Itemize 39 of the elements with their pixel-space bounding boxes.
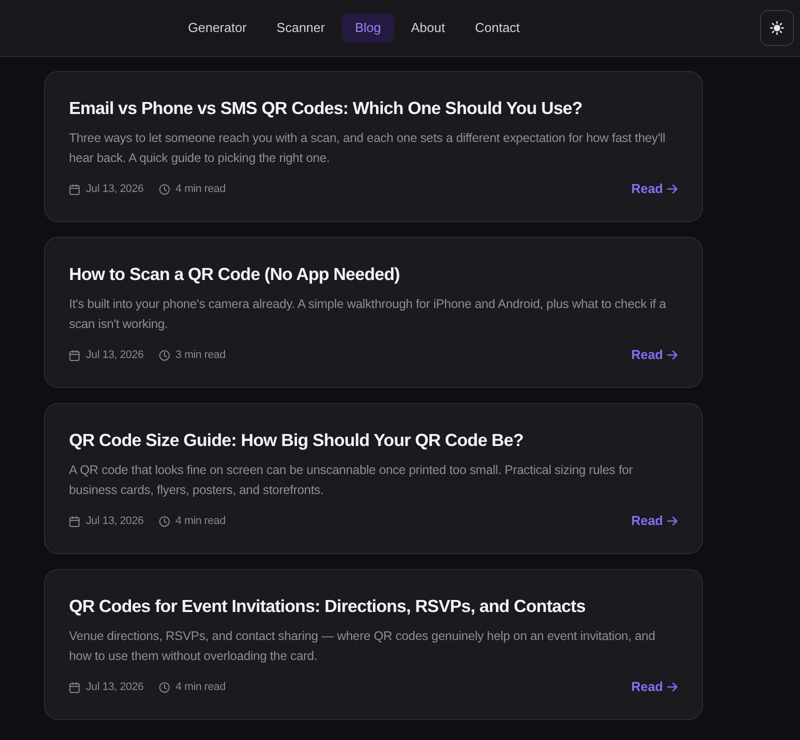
read-link[interactable]: Read	[631, 678, 678, 696]
post-excerpt: Three ways to let someone reach you with a scan, and each one sets a different expectation for how fast they'll hear back. A quick guide to picking the right one.	[69, 130, 666, 167]
arrow-right-icon	[667, 350, 678, 360]
post-date: Jul 13, 2026	[86, 348, 144, 363]
clock-icon	[158, 516, 170, 526]
post-date: Jul 13, 2026	[86, 514, 144, 529]
nav-link[interactable]: Generator	[175, 13, 260, 43]
calendar-icon	[69, 516, 80, 526]
nav-link[interactable]: About	[398, 13, 458, 43]
nav-link[interactable]: Scanner	[264, 13, 338, 43]
arrow-right-icon	[667, 516, 678, 526]
sun-icon	[770, 21, 784, 35]
post-excerpt: It's built into your phone's camera already. A simple walkthrough for iPhone and Android, plus what to check if a scan isn't working.	[69, 296, 668, 333]
post-title[interactable]: QR Code Size Guide: How Big Should Your QR Code Be?	[69, 428, 678, 452]
nav-link[interactable]: Contact	[462, 13, 533, 43]
post-title[interactable]: Email vs Phone vs SMS QR Codes: Which One Should You Use?	[69, 96, 678, 120]
post-date: Jul 13, 2026	[86, 680, 144, 695]
nav-link[interactable]: Blog	[342, 13, 394, 43]
read-time: 4 min read	[176, 182, 226, 197]
clock-icon	[158, 682, 170, 692]
post-title[interactable]: How to Scan a QR Code (No App Needed)	[69, 262, 678, 286]
post-date: Jul 13, 2026	[86, 182, 144, 197]
arrow-right-icon	[667, 682, 678, 692]
read-link[interactable]: Read	[631, 180, 678, 198]
post-excerpt: Venue directions, RSVPs, and contact sharing — where QR codes genuinely help on an event invitation, and how to use them without overloading the card.	[69, 628, 656, 665]
calendar-icon	[69, 682, 80, 692]
theme-toggle-button[interactable]	[760, 10, 794, 46]
post-title[interactable]: QR Codes for Event Invitations: Directions, RSVPs, and Contacts	[69, 594, 678, 618]
read-time: 3 min read	[176, 348, 226, 363]
clock-icon	[158, 350, 170, 360]
post-excerpt: A QR code that looks fine on screen can be unscannable once printed too small. Practical sizing rules for business cards, flyers, posters, and storefronts.	[69, 462, 634, 499]
read-link[interactable]: Read	[631, 512, 678, 530]
arrow-right-icon	[667, 184, 678, 194]
calendar-icon	[69, 350, 80, 360]
read-time: 4 min read	[176, 514, 226, 529]
read-link[interactable]: Read	[631, 346, 678, 364]
clock-icon	[158, 184, 170, 194]
calendar-icon	[69, 184, 80, 194]
read-time: 4 min read	[176, 680, 226, 695]
